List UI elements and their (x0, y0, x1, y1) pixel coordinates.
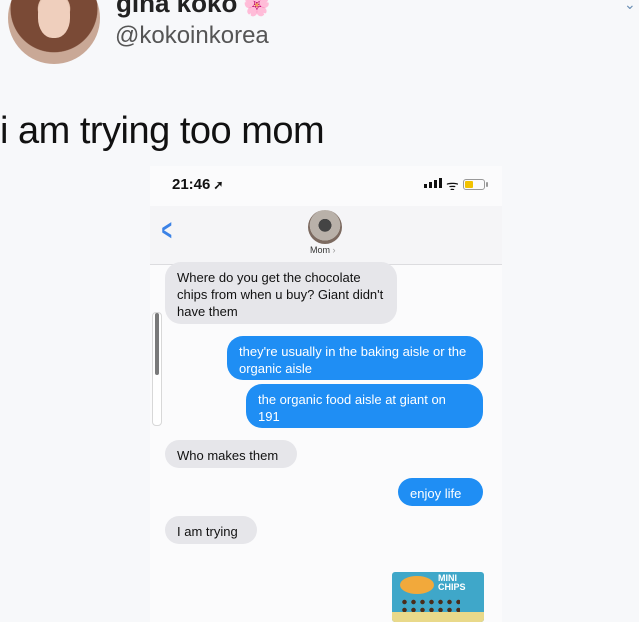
scrollbar[interactable] (152, 312, 162, 426)
wifi-icon: ᯤ (446, 177, 459, 193)
package-stripe (392, 612, 484, 622)
chevron-down-icon[interactable]: ⌄ (624, 0, 636, 13)
location-arrow-icon: ➚ (213, 178, 224, 192)
contact-avatar[interactable] (308, 210, 342, 244)
brand-logo (400, 576, 434, 594)
message-bubble-incoming: Where do you get the chocolate chips fro… (165, 262, 397, 324)
display-name[interactable]: gina koko 🌸 (116, 0, 271, 19)
status-bar: 21:46 ➚ ᯤ (150, 166, 502, 206)
message-bubble-incoming: Who makes them (165, 440, 297, 468)
chevron-left-icon[interactable]: < (162, 214, 173, 248)
tweet-text: i am trying too mom (0, 110, 325, 152)
message-bubble-outgoing: enjoy life (398, 478, 483, 506)
user-handle[interactable]: @kokoinkorea (115, 22, 269, 50)
status-time: 21:46 ➚ (172, 176, 224, 193)
message-bubble-incoming: I am trying (165, 516, 257, 544)
chocolate-chips-package-image[interactable]: MINI CHIPS (392, 572, 484, 622)
flower-emoji-icon: 🌸 (243, 0, 271, 17)
signal-icon (424, 178, 442, 188)
tweet-header: gina koko 🌸 @kokoinkorea ⌄ (0, 0, 639, 80)
battery-icon (463, 179, 488, 190)
display-name-text: gina koko (116, 0, 238, 18)
package-label: MINI CHIPS (438, 573, 466, 592)
message-bubble-outgoing: the organic food aisle at giant on 191 (246, 384, 483, 428)
conversation-header: < Mom › (150, 206, 502, 265)
chevron-right-icon: › (332, 245, 336, 255)
message-bubble-outgoing: they're usually in the baking aisle or t… (227, 336, 483, 380)
user-avatar[interactable] (8, 0, 100, 64)
contact-name[interactable]: Mom › (310, 245, 336, 255)
